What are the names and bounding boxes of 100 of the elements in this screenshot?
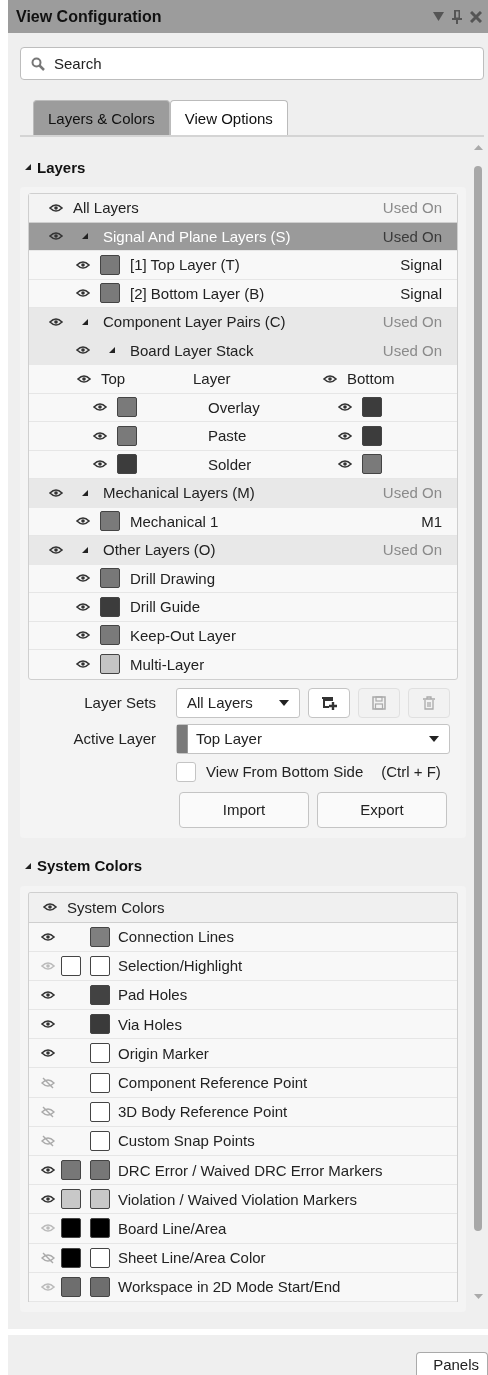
color-swatch[interactable] xyxy=(61,1189,81,1210)
eye-icon[interactable] xyxy=(338,459,352,470)
eye-icon[interactable] xyxy=(338,430,352,441)
eye-icon[interactable] xyxy=(77,373,91,384)
eye-icon[interactable] xyxy=(93,402,107,413)
eye-icon[interactable] xyxy=(41,1019,55,1030)
eye-icon[interactable] xyxy=(49,487,63,498)
eye-icon[interactable] xyxy=(76,516,90,527)
layer-row[interactable]: Multi-Layer xyxy=(29,650,457,679)
eye-icon[interactable] xyxy=(41,1194,55,1205)
eye-icon[interactable] xyxy=(76,630,90,641)
color-swatch[interactable] xyxy=(90,1247,110,1268)
system-color-row[interactable]: Workspace in 2D Mode Start/End xyxy=(29,1272,457,1302)
eye-icon[interactable] xyxy=(93,430,107,441)
collapse-triangle-icon[interactable] xyxy=(81,232,89,241)
color-swatch[interactable] xyxy=(90,1189,110,1210)
action-button[interactable]: Import xyxy=(179,791,309,828)
collapse-triangle-icon[interactable] xyxy=(81,545,89,554)
eye-icon[interactable] xyxy=(49,202,63,213)
eye-icon[interactable] xyxy=(76,659,90,670)
system-color-row[interactable]: Origin Marker xyxy=(29,1039,457,1069)
layer-group-row[interactable]: Component Layer Pairs (C) Used On xyxy=(29,308,457,337)
color-swatch[interactable] xyxy=(100,283,120,304)
system-color-row[interactable]: DRC Error / Waived DRC Error Markers xyxy=(29,1156,457,1186)
layer-group-row[interactable]: Other Layers (O) Used On xyxy=(29,536,457,565)
search-field[interactable]: Search xyxy=(20,47,484,80)
tab[interactable]: View Options xyxy=(169,100,288,135)
color-swatch[interactable] xyxy=(61,1160,81,1181)
color-swatch[interactable] xyxy=(61,1276,81,1297)
eye-icon[interactable] xyxy=(41,931,55,942)
eye-icon[interactable] xyxy=(76,288,90,299)
collapse-triangle-icon[interactable] xyxy=(81,317,89,326)
color-swatch[interactable] xyxy=(90,1160,110,1181)
system-color-row[interactable]: 3D Body Reference Point xyxy=(29,1097,457,1127)
color-swatch[interactable] xyxy=(90,955,110,976)
color-swatch[interactable] xyxy=(90,1072,110,1093)
color-swatch[interactable] xyxy=(90,1014,110,1035)
panels-button[interactable]: Panels xyxy=(416,1352,488,1375)
color-swatch[interactable] xyxy=(362,425,382,446)
pin-icon[interactable] xyxy=(452,9,462,24)
eye-icon[interactable] xyxy=(43,902,57,912)
layer-row[interactable]: [1] Top Layer (T) Signal xyxy=(29,251,457,280)
color-swatch[interactable] xyxy=(117,454,137,475)
color-swatch[interactable] xyxy=(61,1247,81,1268)
collapse-triangle-icon[interactable] xyxy=(24,861,32,870)
eye-icon[interactable] xyxy=(49,316,63,327)
color-swatch[interactable] xyxy=(117,397,137,418)
eye-icon[interactable] xyxy=(338,402,352,413)
eye-icon[interactable] xyxy=(41,989,55,1000)
color-swatch[interactable] xyxy=(100,596,120,617)
scrollbar-thumb[interactable] xyxy=(474,166,482,1231)
system-color-row[interactable]: Connection Lines xyxy=(29,922,457,952)
add-button[interactable] xyxy=(308,687,350,718)
eye-icon[interactable] xyxy=(41,1165,55,1176)
layer-row[interactable]: Drill Guide xyxy=(29,593,457,622)
eye-icon[interactable] xyxy=(76,601,90,612)
layer-pair-row[interactable]: Overlay xyxy=(29,393,457,422)
eye-icon[interactable] xyxy=(76,573,90,584)
color-swatch[interactable] xyxy=(362,397,382,418)
eye-icon[interactable] xyxy=(49,544,63,555)
layer-group-row[interactable]: Board Layer Stack Used On xyxy=(29,336,457,365)
color-swatch[interactable] xyxy=(362,454,382,475)
close-icon[interactable] xyxy=(470,10,482,23)
collapse-triangle-icon[interactable] xyxy=(24,163,32,171)
layer-sets-dropdown[interactable]: All Layers xyxy=(176,687,300,718)
system-color-row[interactable]: Pad Holes xyxy=(29,980,457,1011)
active-layer-dropdown[interactable]: Top Layer xyxy=(176,723,450,754)
eye-icon[interactable] xyxy=(41,1048,55,1059)
layer-row[interactable]: Keep-Out Layer xyxy=(29,621,457,650)
color-swatch[interactable] xyxy=(61,955,81,976)
color-swatch[interactable] xyxy=(100,625,120,646)
tab[interactable]: Layers & Colors xyxy=(33,100,170,135)
system-color-row[interactable]: Selection/Highlight xyxy=(29,951,457,981)
layer-row[interactable]: Drill Drawing xyxy=(29,564,457,593)
collapse-triangle-icon[interactable] xyxy=(81,488,89,497)
color-swatch[interactable] xyxy=(90,1130,110,1151)
eye-icon[interactable] xyxy=(76,345,90,356)
layer-group-row[interactable]: Signal And Plane Layers (S) Used On xyxy=(29,222,457,251)
eye-icon[interactable] xyxy=(323,373,337,384)
layer-row[interactable]: All Layers Used On xyxy=(29,194,457,223)
color-swatch[interactable] xyxy=(100,254,120,275)
color-swatch[interactable] xyxy=(100,568,120,589)
collapse-triangle-icon[interactable] xyxy=(108,346,116,355)
checkbox[interactable] xyxy=(176,761,196,782)
system-color-row[interactable]: Custom Snap Points xyxy=(29,1126,457,1156)
system-color-row[interactable]: Board Line/Area xyxy=(29,1214,457,1244)
color-swatch[interactable] xyxy=(90,1101,110,1122)
system-color-row[interactable]: Violation / Waived Violation Markers xyxy=(29,1185,457,1215)
color-swatch[interactable] xyxy=(90,1043,110,1064)
layer-group-row[interactable]: Mechanical Layers (M) Used On xyxy=(29,479,457,508)
system-color-row[interactable]: Component Reference Point xyxy=(29,1068,457,1098)
color-swatch[interactable] xyxy=(117,425,137,446)
eye-icon[interactable] xyxy=(76,259,90,270)
action-button[interactable]: Export xyxy=(317,791,447,828)
system-color-row[interactable]: Via Holes xyxy=(29,1010,457,1040)
system-color-row[interactable]: Sheet Line/Area Color xyxy=(29,1243,457,1273)
dropdown-triangle-icon[interactable] xyxy=(433,12,444,21)
color-swatch[interactable] xyxy=(90,1218,110,1239)
color-swatch[interactable] xyxy=(90,1276,110,1297)
color-swatch[interactable] xyxy=(90,984,110,1005)
